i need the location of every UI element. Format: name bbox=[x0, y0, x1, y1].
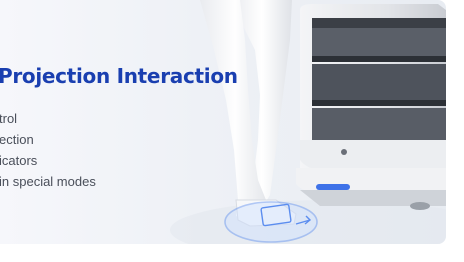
floor-projection-ring-icon bbox=[224, 201, 318, 243]
person-silhouette bbox=[200, 0, 297, 227]
feature-item: ection bbox=[0, 132, 34, 147]
feature-item: icators bbox=[0, 153, 38, 168]
delivery-robot-illustration bbox=[296, 4, 446, 210]
section-title: Projection Interaction bbox=[0, 64, 238, 88]
feature-item: in special modes bbox=[0, 174, 96, 189]
feature-card: Projection Interaction trol ection icato… bbox=[0, 0, 446, 244]
feature-list: trol ection icators in special modes bbox=[0, 108, 96, 192]
feature-item: trol bbox=[0, 111, 18, 126]
